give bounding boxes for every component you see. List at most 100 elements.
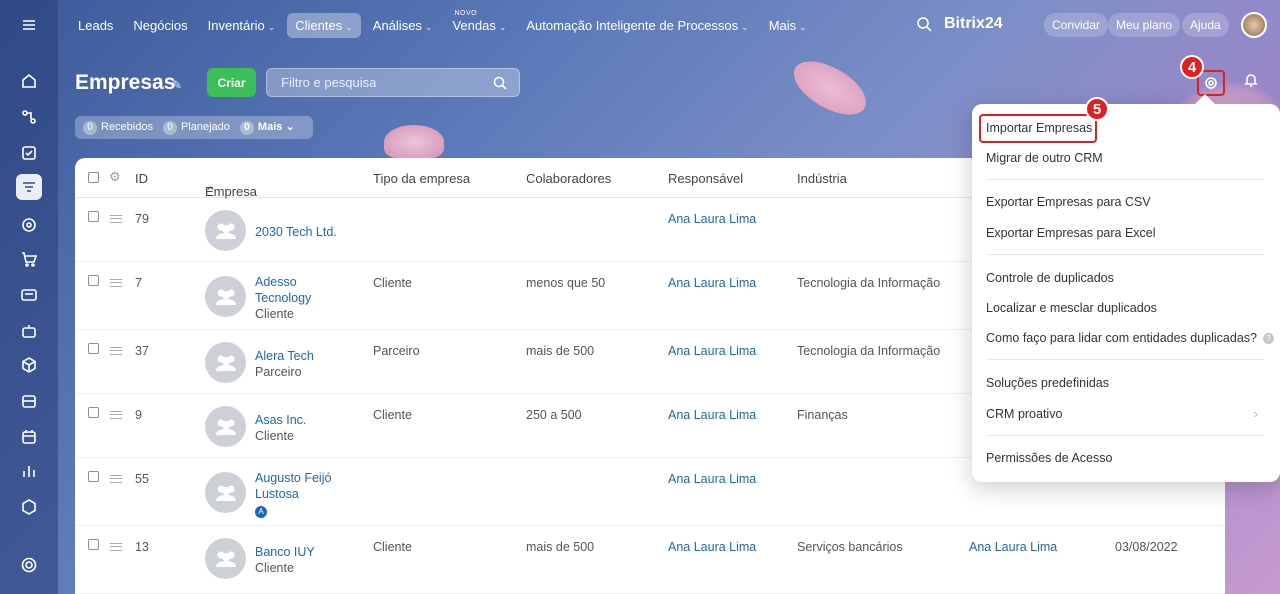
help-button[interactable]: Ajuda <box>1182 13 1229 37</box>
menu-icon[interactable] <box>16 12 42 38</box>
nav-leads[interactable]: Leads <box>78 18 113 33</box>
hexagon-icon[interactable] <box>16 494 42 520</box>
menu-item-import[interactable]: Importar Empresas <box>986 121 1092 135</box>
owner-link[interactable]: Ana Laura Lima <box>668 408 756 422</box>
menu-item-duplicate-control[interactable]: Controle de duplicados <box>986 271 1114 285</box>
menu-item-export-excel[interactable]: Exportar Empresas para Excel <box>986 226 1156 240</box>
brand-logo[interactable]: Bitrix24 <box>944 15 1003 33</box>
chevron-down-icon: ⌄ <box>267 21 276 32</box>
col-owner[interactable]: Responsável <box>668 171 743 186</box>
notifications-button[interactable] <box>1243 72 1265 94</box>
select-all-checkbox[interactable] <box>88 172 99 183</box>
menu-item-solutions[interactable]: Soluções predefinidas <box>986 376 1109 390</box>
company-industry: Tecnologia da Informação <box>797 344 941 358</box>
menu-item-find-merge[interactable]: Localizar e mesclar duplicados <box>986 301 1157 315</box>
tasks-icon[interactable] <box>16 140 42 166</box>
col-type[interactable]: Tipo da empresa <box>373 171 470 186</box>
owner-link[interactable]: Ana Laura Lima <box>668 472 756 486</box>
menu-item-access-permissions[interactable]: Permissões de Acesso <box>986 451 1112 465</box>
help-icon[interactable]: ? <box>1263 333 1274 344</box>
gear-icon[interactable]: ⚙ <box>109 169 121 185</box>
background-petal <box>785 50 875 126</box>
page-title: Empresas <box>75 71 176 94</box>
sites-icon[interactable] <box>16 282 42 308</box>
table-row[interactable]: 13 Banco IUY Cliente Cliente mais de 500 … <box>75 526 1225 594</box>
cart-icon[interactable] <box>16 246 42 272</box>
menu-item-proactive-crm[interactable]: CRM proativo <box>986 407 1062 421</box>
drag-handle-icon[interactable] <box>110 347 122 355</box>
company-staff: menos que 50 <box>526 276 606 290</box>
nav-clients[interactable]: Clientes ⌄ <box>287 12 361 38</box>
step-badge-5: 5 <box>1085 97 1109 121</box>
menu-divider <box>986 254 1264 255</box>
owner-link[interactable]: Ana Laura Lima <box>668 212 756 226</box>
row-checkbox[interactable] <box>88 211 99 222</box>
company-link[interactable]: Augusto Feijó Lustosa <box>255 470 335 502</box>
pin-icon[interactable]: ✎ <box>172 78 182 92</box>
chevron-right-icon: › <box>1253 406 1258 421</box>
flow-icon[interactable] <box>16 104 42 130</box>
extra-owner-link[interactable]: Ana Laura Lima <box>969 540 1057 554</box>
company-type: Cliente <box>373 276 412 290</box>
company-link[interactable]: Adesso Tecnology <box>255 274 325 306</box>
menu-item-duplicates-help[interactable]: Como faço para lidar com entidades dupli… <box>986 331 1274 345</box>
owner-link[interactable]: Ana Laura Lima <box>668 344 756 358</box>
cube-icon[interactable] <box>16 352 42 378</box>
counter-more[interactable]: 0 Mais ⌄ <box>239 120 295 135</box>
company-staff: mais de 500 <box>526 540 595 554</box>
analytics-icon[interactable] <box>16 458 42 484</box>
filter-search-input[interactable]: Filtro e pesquisa <box>266 68 520 97</box>
company-link[interactable]: 2030 Tech Ltd. <box>255 224 337 240</box>
row-checkbox[interactable] <box>88 539 99 550</box>
counter-more-label: Mais <box>257 121 283 133</box>
counter-planned[interactable]: 0 Planejado <box>162 120 230 135</box>
settings-icon[interactable] <box>16 552 42 578</box>
nav-inventory[interactable]: Inventário ⌄ <box>208 18 276 33</box>
nav-analytics[interactable]: Análises ⌄ <box>373 18 433 33</box>
calendar-icon[interactable] <box>16 424 42 450</box>
company-name-cell: Alera Tech Parceiro <box>255 348 314 380</box>
col-staff[interactable]: Colaboradores <box>526 171 611 186</box>
home-icon[interactable] <box>16 68 42 94</box>
nav-deals[interactable]: Negócios <box>133 18 187 33</box>
search-icon[interactable] <box>916 16 932 32</box>
menu-item-migrate[interactable]: Migrar de outro CRM <box>986 151 1103 165</box>
company-link[interactable]: Asas Inc. <box>255 412 306 428</box>
create-button[interactable]: Criar <box>207 68 256 97</box>
owner-link[interactable]: Ana Laura Lima <box>668 540 756 554</box>
drag-handle-icon[interactable] <box>110 411 122 419</box>
row-checkbox[interactable] <box>88 275 99 286</box>
company-link[interactable]: Banco IUY <box>255 544 315 560</box>
target-icon[interactable] <box>16 212 42 238</box>
background-petal <box>384 125 444 159</box>
nav-more[interactable]: Mais ⌄ <box>769 18 807 33</box>
crm-icon[interactable] <box>16 174 42 200</box>
drag-handle-icon[interactable] <box>110 279 122 287</box>
nav-sales[interactable]: NOVO Vendas ⌄ <box>452 10 506 33</box>
row-id: 7 <box>135 276 142 290</box>
filter-placeholder: Filtro e pesquisa <box>281 75 377 90</box>
drag-handle-icon[interactable] <box>110 475 122 483</box>
col-id[interactable]: ID <box>135 171 148 186</box>
drag-handle-icon[interactable] <box>110 543 122 551</box>
counter-planned-count: 0 <box>162 120 177 135</box>
my-plan-button[interactable]: Meu plano <box>1108 13 1181 37</box>
menu-item-export-csv[interactable]: Exportar Empresas para CSV <box>986 195 1151 209</box>
row-checkbox[interactable] <box>88 471 99 482</box>
nav-automation[interactable]: Automação Inteligente de Processos ⌄ <box>526 18 748 33</box>
owner-link[interactable]: Ana Laura Lima <box>668 276 756 290</box>
row-checkbox[interactable] <box>88 343 99 354</box>
chevron-down-icon: ⌄ <box>741 21 749 32</box>
invite-button[interactable]: Convidar <box>1044 13 1109 37</box>
row-checkbox[interactable] <box>88 407 99 418</box>
storage-icon[interactable] <box>16 388 42 414</box>
counter-received-count: 0 <box>83 120 97 135</box>
robot-icon[interactable] <box>16 318 42 344</box>
avatar[interactable] <box>1241 12 1267 38</box>
drag-handle-icon[interactable] <box>110 215 122 223</box>
company-link[interactable]: Alera Tech <box>255 348 314 364</box>
counter-received[interactable]: 0 Recebidos <box>83 120 153 135</box>
menu-divider <box>986 435 1264 436</box>
new-badge: NOVO <box>454 9 478 17</box>
col-industry[interactable]: Indústria <box>797 171 847 186</box>
